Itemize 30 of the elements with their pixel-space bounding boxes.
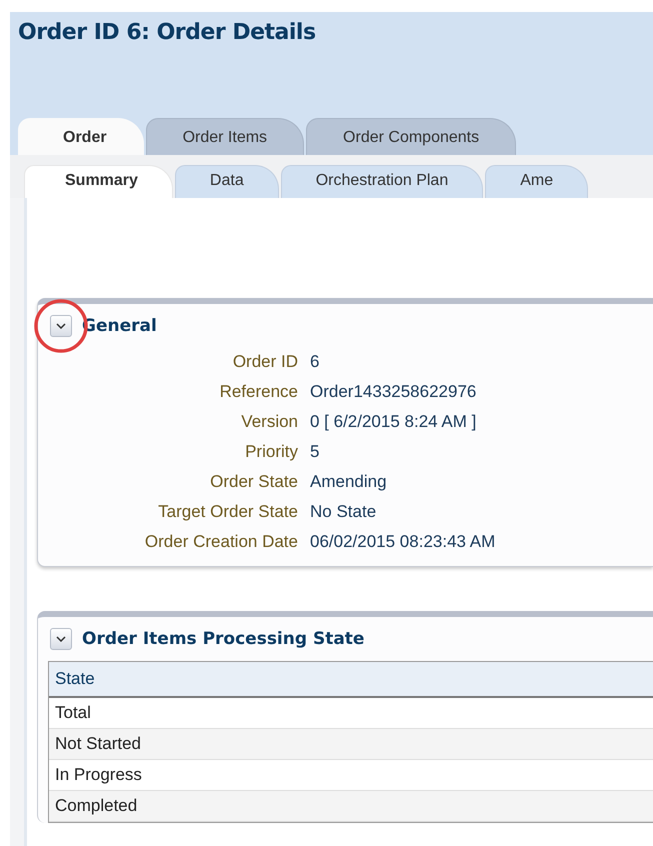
tab[interactable]: Summary	[24, 165, 173, 198]
collapse-button[interactable]	[50, 628, 72, 650]
tab[interactable]: Ame	[485, 165, 588, 198]
tab[interactable]: Data	[174, 165, 279, 198]
page-title: Order ID 6: Order Details	[18, 20, 317, 47]
field-value: Amending	[310, 472, 388, 492]
chevron-icon	[56, 323, 66, 329]
field-value: No State	[310, 502, 378, 522]
section-title: Order Items Processing State	[82, 629, 364, 649]
tab[interactable]: Order	[18, 118, 144, 155]
field-value: 5	[310, 442, 320, 462]
field-value: Order1433258622976	[310, 382, 478, 402]
tab[interactable]: Order Components	[306, 118, 516, 155]
field-value: 06/02/2015 08:23:43 AM	[310, 532, 496, 552]
field-value: 0 [ 6/2/2015 8:24 AM ]	[310, 412, 478, 432]
tab[interactable]: Orchestration Plan	[280, 165, 484, 198]
tab[interactable]: Order Items	[146, 118, 304, 155]
field-label: Order Creation Date	[144, 532, 298, 552]
field-label: Order State	[209, 472, 298, 492]
field-label: Priority	[244, 442, 298, 462]
column-header[interactable]: State	[49, 662, 653, 698]
table-cell: Completed	[49, 791, 653, 822]
field-label: Target Order State	[157, 502, 298, 522]
collapse-button[interactable]	[50, 315, 72, 337]
field-label: Reference	[218, 382, 298, 402]
table-cell: Not Started	[49, 729, 653, 760]
field-value: 6	[310, 352, 320, 372]
field-label: Version	[240, 412, 298, 432]
chevron-icon	[56, 636, 66, 642]
field-label: Order ID	[232, 352, 298, 372]
